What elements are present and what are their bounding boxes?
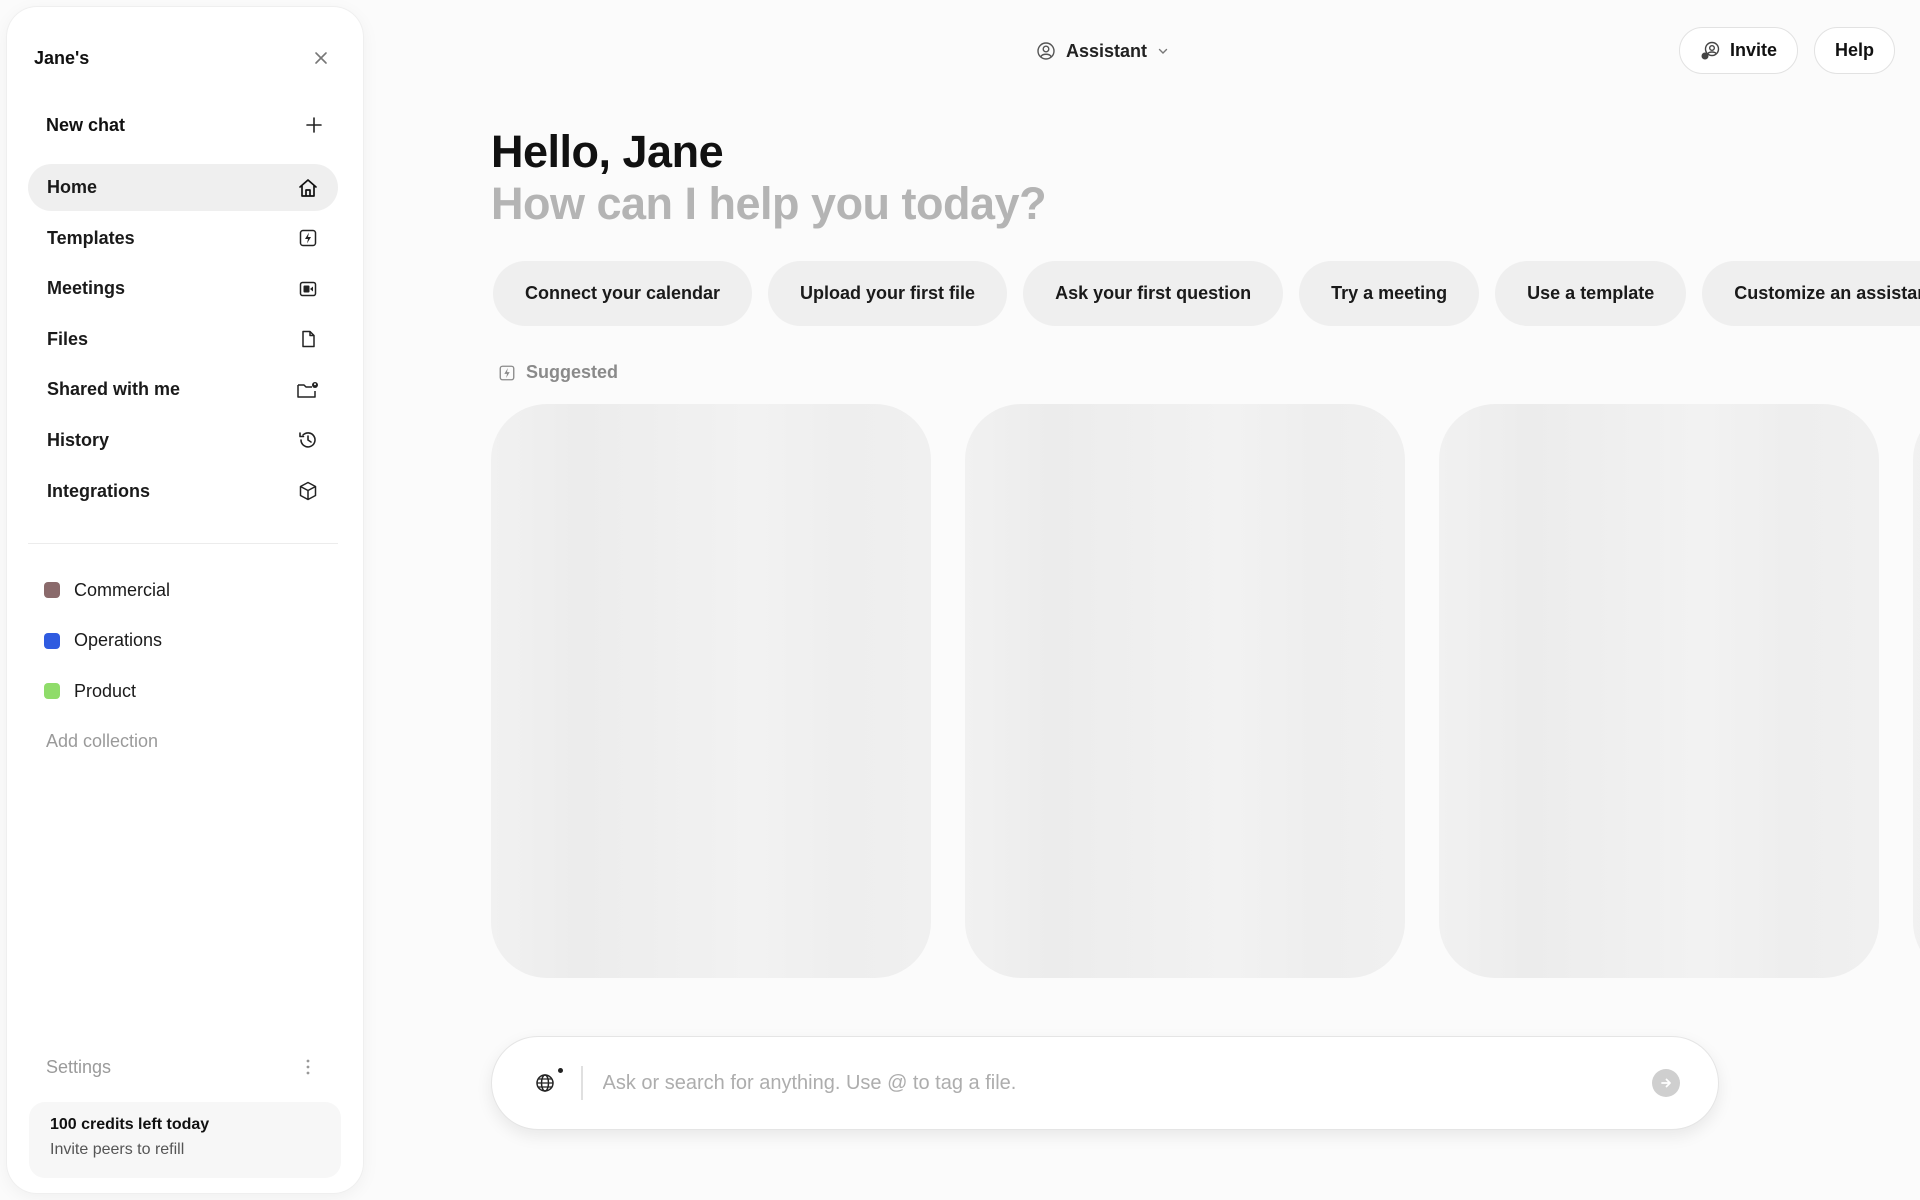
credits-subtitle: Invite peers to refill bbox=[50, 1141, 185, 1158]
send-button[interactable] bbox=[1652, 1069, 1680, 1097]
close-sidebar-button[interactable] bbox=[306, 43, 336, 73]
assistant-selector[interactable]: Assistant bbox=[1036, 36, 1169, 66]
chip-customize-assistant[interactable]: Customize an assistant bbox=[1702, 261, 1920, 326]
web-search-toggle[interactable] bbox=[525, 1063, 565, 1103]
sidebar-item-label: Home bbox=[47, 177, 98, 197]
chat-composer bbox=[491, 1036, 1719, 1130]
status-dot bbox=[558, 1068, 563, 1073]
sidebar-item-meetings[interactable]: Meetings bbox=[28, 265, 338, 312]
lightning-icon bbox=[499, 365, 515, 380]
sidebar-item-integrations[interactable]: Integrations bbox=[28, 468, 338, 515]
collection-label: Operations bbox=[74, 630, 163, 651]
greeting-subtitle: How can I help you today? bbox=[491, 178, 1047, 229]
sidebar-item-label: History bbox=[47, 429, 110, 450]
chip-label: Use a template bbox=[1527, 283, 1655, 303]
help-label: Help bbox=[1834, 40, 1874, 60]
sidebar-item-files[interactable]: Files bbox=[28, 316, 338, 363]
sidebar-item-history[interactable]: History bbox=[28, 417, 338, 464]
video-icon bbox=[295, 276, 321, 302]
chip-label: Upload your first file bbox=[800, 283, 976, 303]
sidebar-item-label: Integrations bbox=[47, 480, 151, 501]
chip-label: Connect your calendar bbox=[525, 283, 721, 303]
workspace-name[interactable]: Jane's bbox=[34, 48, 89, 69]
chip-connect-calendar[interactable]: Connect your calendar bbox=[493, 261, 753, 326]
quick-actions: Connect your calendar Upload your first … bbox=[493, 261, 1920, 326]
sidebar-item-home[interactable]: Home bbox=[28, 164, 338, 211]
suggested-card-placeholder[interactable] bbox=[965, 404, 1405, 978]
history-icon bbox=[295, 427, 321, 453]
add-collection-button[interactable]: Add collection bbox=[29, 717, 338, 767]
collections-list: Commercial Operations Product Add collec… bbox=[29, 565, 338, 767]
suggested-card-placeholder[interactable] bbox=[491, 404, 931, 978]
invite-users-icon bbox=[1701, 41, 1720, 59]
greeting-title: Hello, Jane bbox=[491, 126, 724, 177]
chip-use-template[interactable]: Use a template bbox=[1495, 261, 1687, 326]
settings-label: Settings bbox=[46, 1056, 112, 1077]
arrow-right-icon bbox=[1661, 1078, 1671, 1088]
sidebar-nav: Home Templates Meetings Files Shared wit… bbox=[28, 164, 338, 518]
credits-title: 100 credits left today bbox=[50, 1116, 210, 1133]
composer-divider bbox=[581, 1066, 583, 1100]
sidebar-divider bbox=[28, 543, 338, 544]
invite-label: Invite bbox=[1729, 40, 1777, 60]
workspace-header: Jane's bbox=[34, 43, 336, 73]
chip-label: Try a meeting bbox=[1331, 283, 1448, 303]
suggested-heading: Suggested bbox=[498, 362, 618, 383]
chat-input[interactable] bbox=[602, 1071, 1652, 1095]
chip-ask-question[interactable]: Ask your first question bbox=[1023, 261, 1284, 326]
chip-upload-file[interactable]: Upload your first file bbox=[768, 261, 1008, 326]
suggested-cards bbox=[491, 404, 1920, 978]
app-window: Jane's New chat Home Templates Meetings … bbox=[0, 0, 1920, 1200]
plus-icon bbox=[306, 117, 322, 133]
credits-card[interactable]: 100 credits left today Invite peers to r… bbox=[29, 1102, 341, 1178]
invite-button[interactable]: Invite bbox=[1678, 27, 1798, 74]
close-icon bbox=[315, 52, 327, 64]
help-button[interactable]: Help bbox=[1813, 27, 1895, 74]
sidebar-item-label: Templates bbox=[47, 227, 135, 248]
collection-label: Product bbox=[74, 680, 137, 701]
header-actions: Invite Help bbox=[1678, 27, 1895, 74]
sidebar: Jane's New chat Home Templates Meetings … bbox=[7, 7, 363, 1193]
lightning-icon bbox=[295, 225, 321, 251]
collection-item-operations[interactable]: Operations bbox=[29, 616, 338, 667]
sidebar-item-shared[interactable]: Shared with me bbox=[28, 366, 338, 413]
shared-folder-icon bbox=[295, 377, 321, 403]
suggested-card-placeholder[interactable] bbox=[1439, 404, 1879, 978]
chip-try-meeting[interactable]: Try a meeting bbox=[1299, 261, 1480, 326]
file-icon bbox=[295, 326, 321, 352]
sidebar-item-label: Meetings bbox=[47, 278, 126, 299]
suggested-label: Suggested bbox=[526, 362, 619, 382]
collection-item-commercial[interactable]: Commercial bbox=[29, 565, 338, 616]
chip-label: Ask your first question bbox=[1055, 283, 1252, 303]
new-chat-label: New chat bbox=[46, 114, 126, 135]
settings-more-button[interactable] bbox=[293, 1052, 323, 1082]
sidebar-item-label: Shared with me bbox=[47, 379, 181, 400]
collection-item-product[interactable]: Product bbox=[29, 666, 338, 717]
chip-label: Customize an assistant bbox=[1734, 283, 1920, 303]
settings-row[interactable]: Settings bbox=[46, 1052, 323, 1082]
new-chat-button[interactable]: New chat bbox=[29, 105, 341, 145]
chevron-down-icon bbox=[1158, 48, 1168, 54]
cube-icon bbox=[295, 478, 321, 504]
suggested-card-placeholder[interactable] bbox=[1913, 404, 1920, 978]
sidebar-item-templates[interactable]: Templates bbox=[28, 215, 338, 262]
user-circle-icon bbox=[1037, 42, 1055, 60]
home-icon bbox=[295, 175, 321, 201]
collection-label: Commercial bbox=[74, 579, 171, 600]
sidebar-item-label: Files bbox=[47, 328, 89, 349]
globe-icon bbox=[536, 1074, 554, 1092]
collection-swatch bbox=[44, 582, 60, 599]
more-vertical-icon bbox=[306, 1059, 310, 1075]
collection-swatch bbox=[44, 632, 60, 649]
collection-swatch bbox=[44, 683, 60, 700]
assistant-label: Assistant bbox=[1066, 40, 1148, 61]
